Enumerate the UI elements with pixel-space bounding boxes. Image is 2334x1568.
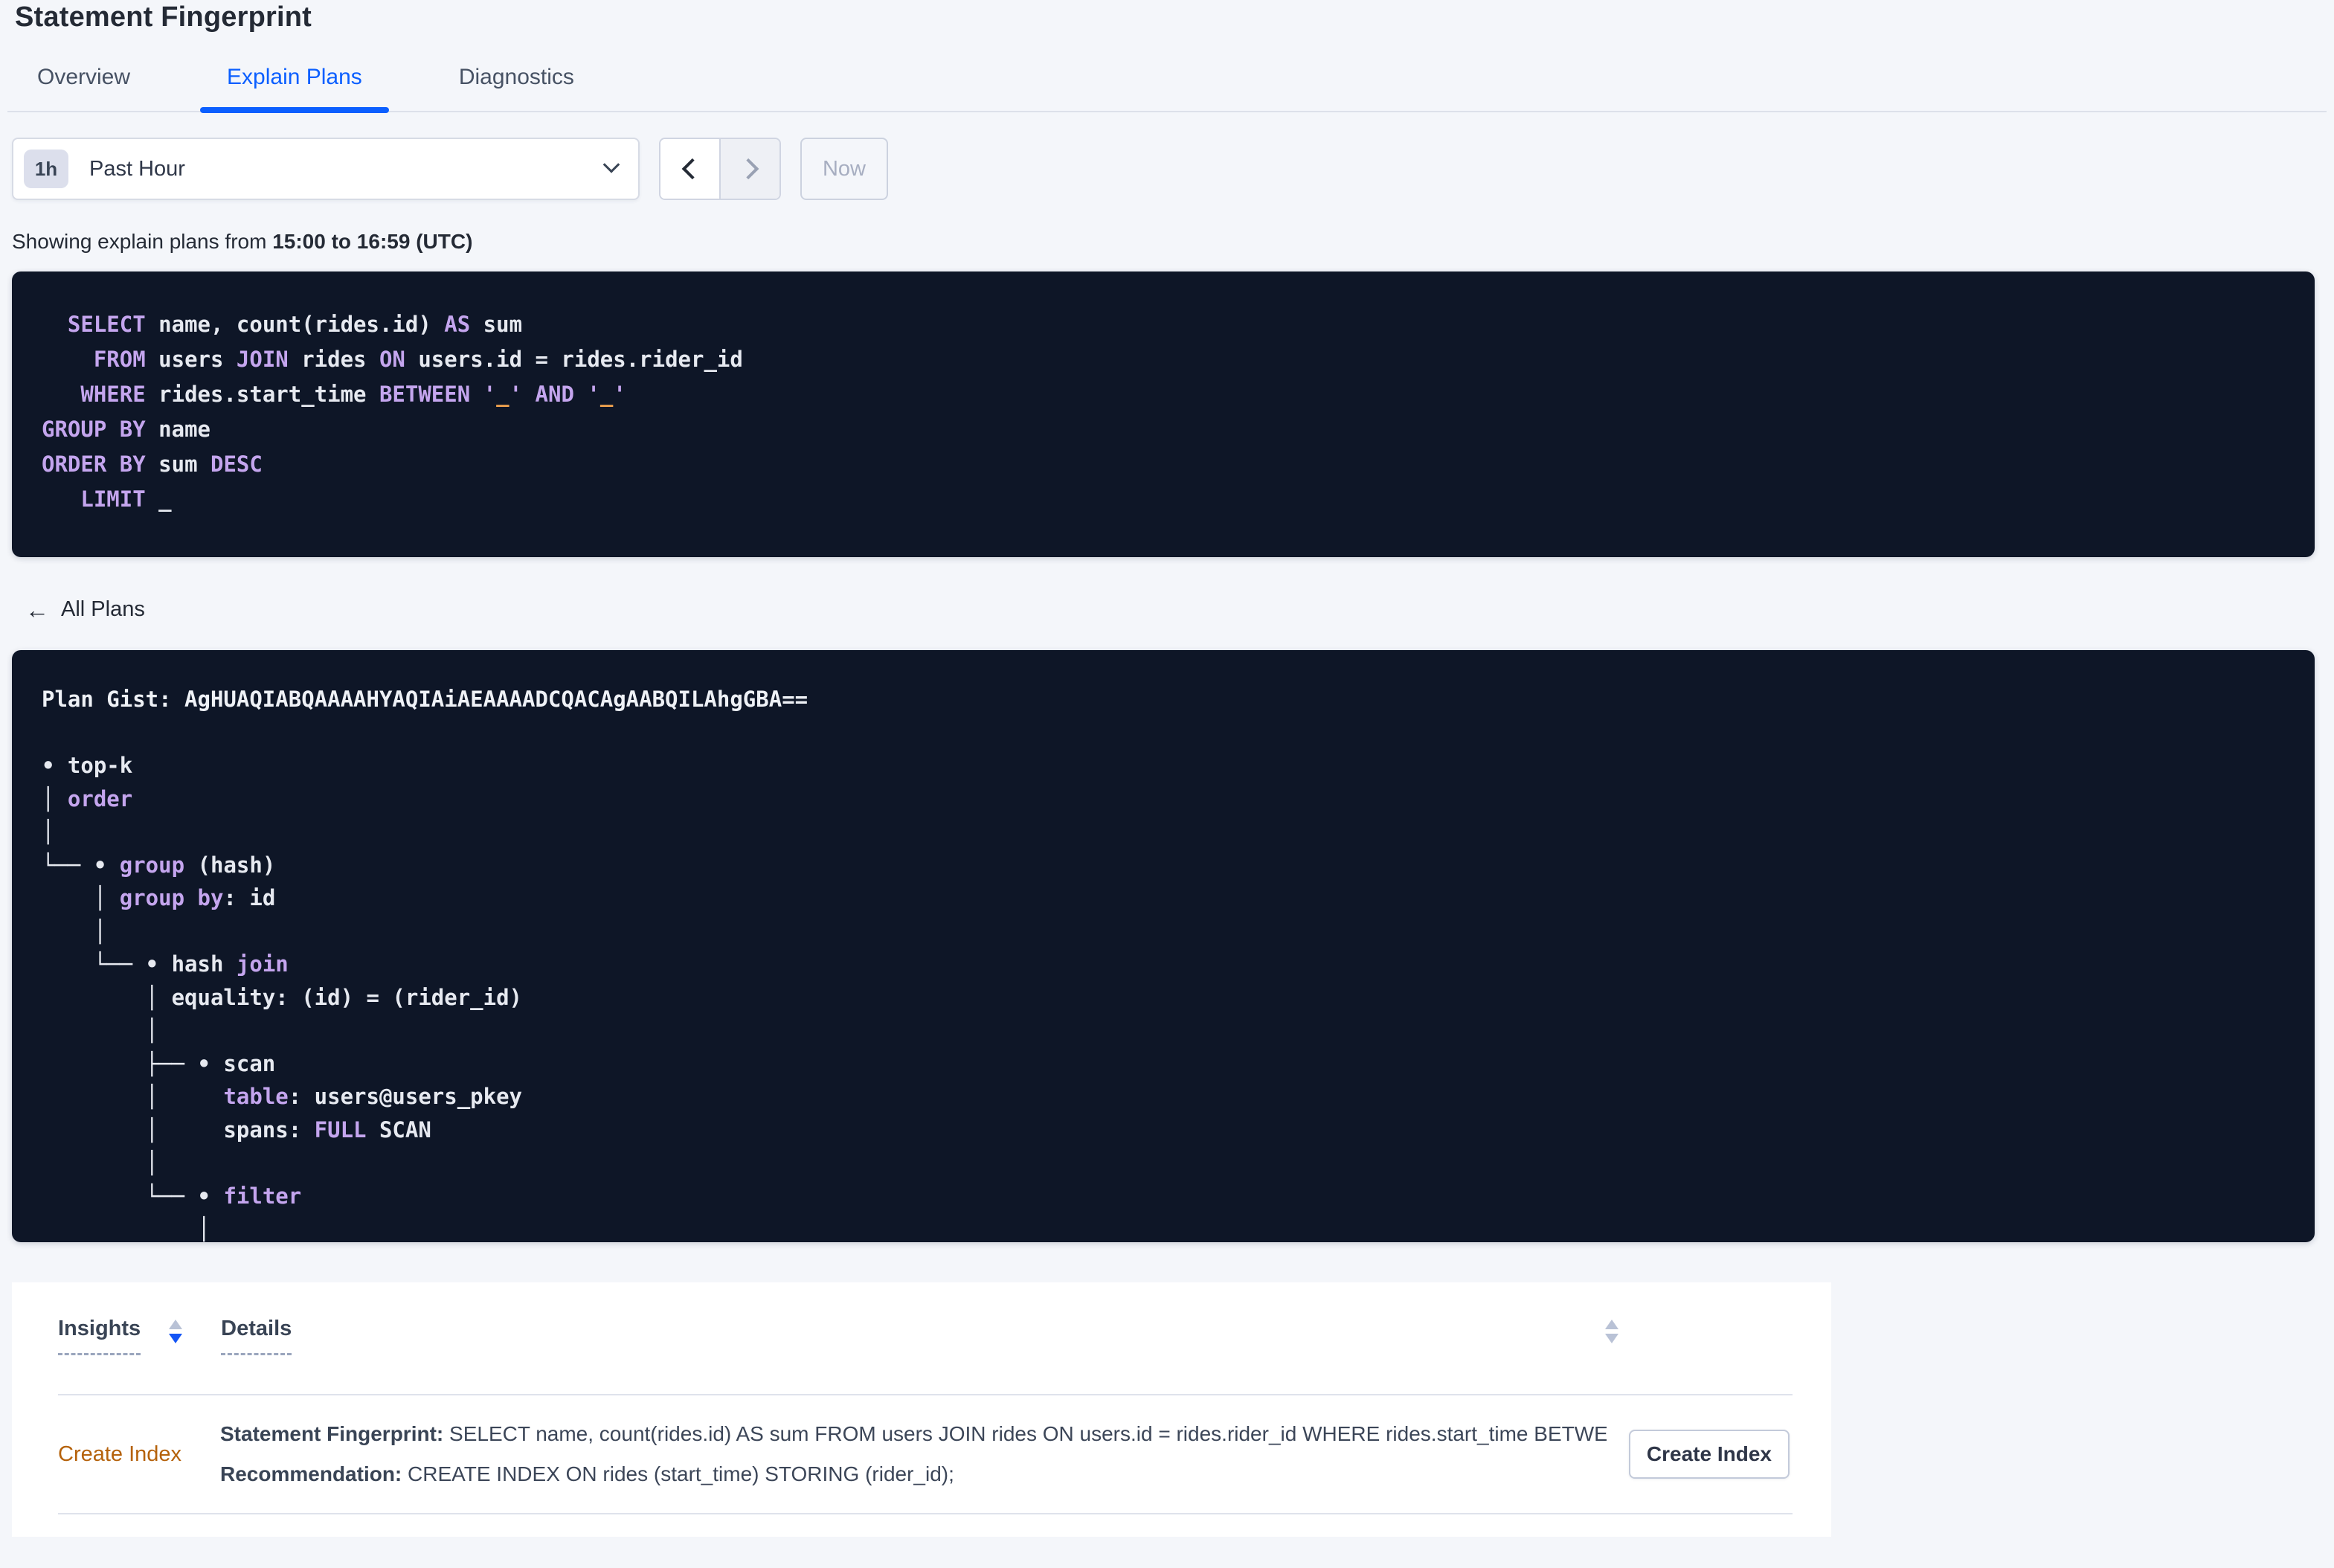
sort-down-icon	[169, 1334, 183, 1343]
back-arrow-icon: ←	[25, 596, 49, 623]
sql-statement-block: SELECT name, count(rides.id) AS sum FROM…	[12, 271, 2315, 557]
tab-diagnostics[interactable]: Diagnostics	[459, 65, 574, 111]
time-toolbar: 1h Past Hour Now	[12, 138, 2334, 200]
recommendation-line: Recommendation: CREATE INDEX ON rides (s…	[220, 1462, 1607, 1486]
recommendation-label: Recommendation:	[220, 1462, 402, 1485]
chevron-left-icon	[681, 158, 703, 180]
next-time-button[interactable]	[719, 139, 779, 199]
sort-up-icon	[169, 1320, 183, 1329]
column-header-insights[interactable]: Insights	[58, 1317, 141, 1355]
now-button[interactable]: Now	[800, 138, 888, 200]
create-index-button[interactable]: Create Index	[1628, 1430, 1790, 1479]
column-header-details[interactable]: Details	[221, 1317, 292, 1355]
page-title: Statement Fingerprint	[15, 1, 312, 33]
all-plans-link[interactable]: ← All Plans	[25, 597, 145, 622]
table-row: Create Index Statement Fingerprint: SELE…	[12, 1395, 1831, 1513]
tab-explain-plans[interactable]: Explain Plans	[200, 65, 389, 113]
statement-fingerprint-page: Statement Fingerprint Overview Explain P…	[0, 1, 2334, 1568]
time-range-dropdown[interactable]: 1h Past Hour	[12, 138, 640, 200]
insights-table-header: Insights Details	[12, 1317, 1831, 1394]
all-plans-label: All Plans	[61, 597, 145, 621]
time-pager	[659, 138, 781, 200]
sort-icon-details[interactable]	[1605, 1320, 1618, 1343]
statement-fingerprint-label: Statement Fingerprint:	[220, 1422, 444, 1445]
time-range-badge: 1h	[24, 150, 68, 188]
row-divider	[58, 1513, 1793, 1514]
tab-bar: Overview Explain Plans Diagnostics	[7, 65, 2327, 113]
time-range-summary: Showing explain plans from 15:00 to 16:5…	[12, 230, 2334, 254]
insight-action-cell: Create Index	[1628, 1430, 1790, 1479]
insights-table-panel: Insights Details Create Index Statement …	[12, 1282, 1831, 1537]
recommendation-text: CREATE INDEX ON rides (start_time) STORI…	[402, 1462, 954, 1485]
chevron-down-icon	[602, 156, 620, 173]
summary-range: 15:00 to 16:59 (UTC)	[272, 230, 473, 253]
time-range-label: Past Hour	[89, 156, 185, 181]
insight-details-cell: Statement Fingerprint: SELECT name, coun…	[220, 1422, 1607, 1486]
statement-fingerprint-text: SELECT name, count(rides.id) AS sum FROM…	[443, 1422, 1607, 1445]
sort-icon-insights[interactable]	[169, 1320, 183, 1343]
insight-type-link[interactable]: Create Index	[58, 1442, 220, 1467]
prev-time-button[interactable]	[660, 139, 719, 199]
summary-prefix: Showing explain plans from	[12, 230, 273, 253]
sort-down-icon	[1605, 1334, 1618, 1343]
statement-fingerprint-line: Statement Fingerprint: SELECT name, coun…	[220, 1422, 1607, 1446]
chevron-right-icon	[737, 158, 759, 180]
tab-overview[interactable]: Overview	[37, 65, 130, 111]
sort-up-icon	[1605, 1320, 1618, 1329]
plan-gist-block: Plan Gist: AgHUAQIABQAAAAHYAQIAiAEAAAADC…	[12, 650, 2315, 1242]
